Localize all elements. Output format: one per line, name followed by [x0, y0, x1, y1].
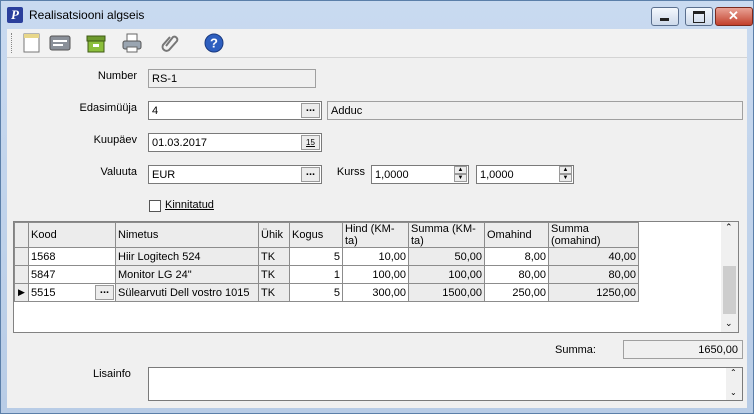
scrollbar-thumb[interactable]	[723, 266, 736, 314]
cell-cost[interactable]: 80,00	[484, 265, 549, 284]
cell-cost[interactable]: 250,00	[484, 283, 549, 302]
cell-sum[interactable]: 50,00	[408, 247, 485, 266]
minimize-button[interactable]	[651, 7, 679, 26]
scroll-down-icon[interactable]: ⌄	[730, 388, 737, 397]
cell-unit[interactable]: TK	[258, 247, 290, 266]
row-indicator[interactable]	[14, 265, 29, 284]
col-header-cost-sum[interactable]: Summa (omahind)	[548, 222, 639, 248]
code-lookup-button[interactable]: ...	[95, 285, 114, 300]
cell-cost-sum[interactable]: 40,00	[548, 247, 639, 266]
attachment-icon[interactable]	[159, 32, 181, 54]
archive-icon[interactable]	[85, 32, 107, 54]
items-grid: Kood Nimetus Ühik Kogus Hind (KM-ta) Sum…	[14, 222, 639, 302]
currency-lookup-button[interactable]: ...	[301, 167, 320, 182]
help-icon[interactable]: ?	[203, 32, 225, 54]
summary-label: Summa:	[555, 344, 596, 356]
reseller-code-field[interactable]: 4	[148, 101, 322, 120]
currency-field[interactable]: EUR	[148, 165, 322, 184]
close-icon: ✕	[728, 8, 739, 23]
indicator-header	[14, 222, 29, 248]
form-area: Number RS-1 Edasimüüja 4 ... Adduc Kuupä…	[7, 58, 747, 408]
minimize-icon	[660, 18, 669, 21]
current-row-icon[interactable]: ▶	[14, 283, 29, 302]
items-table: Kood Nimetus Ühik Kogus Hind (KM-ta) Sum…	[13, 221, 739, 333]
scroll-down-icon[interactable]: ⌄	[725, 318, 733, 329]
notes-scrollbar[interactable]: ⌃ ⌄	[726, 368, 742, 400]
col-header-code[interactable]: Kood	[28, 222, 116, 248]
col-header-cost[interactable]: Omahind	[484, 222, 549, 248]
spin-up-icon[interactable]: ▲	[454, 166, 467, 174]
notes-textarea[interactable]: ⌃ ⌄	[148, 367, 743, 401]
cell-sum[interactable]: 100,00	[408, 265, 485, 284]
reseller-name-field: Adduc	[327, 101, 743, 120]
cell-unit[interactable]: TK	[258, 265, 290, 284]
toolbar: ?	[7, 29, 747, 58]
cell-name[interactable]: Sülearvuti Dell vostro 1015	[115, 283, 259, 302]
card-icon[interactable]	[49, 32, 71, 54]
calendar-icon[interactable]: 15	[301, 135, 320, 150]
cell-price[interactable]: 100,00	[342, 265, 409, 284]
cell-code[interactable]: 1568	[28, 247, 116, 266]
col-header-price[interactable]: Hind (KM-ta)	[342, 222, 409, 248]
date-field[interactable]: 01.03.2017	[148, 133, 322, 152]
main-window: P Realisatsiooni algseis ✕ ? Number RS-1…	[0, 0, 754, 414]
spin-up-icon[interactable]: ▲	[559, 166, 572, 174]
cell-code[interactable]: 5515...	[28, 283, 116, 302]
cell-code-text: 5515	[31, 286, 56, 299]
cell-code[interactable]: 5847	[28, 265, 116, 284]
maximize-icon	[693, 11, 705, 23]
cell-cost[interactable]: 8,00	[484, 247, 549, 266]
col-header-quantity[interactable]: Kogus	[289, 222, 343, 248]
rate-1-spinner[interactable]: ▲ ▼	[454, 166, 467, 183]
svg-text:?: ?	[210, 36, 218, 51]
table-row[interactable]: 1568 Hiir Logitech 524 TK 5 10,00 50,00 …	[14, 247, 639, 266]
col-header-sum[interactable]: Summa (KM-ta)	[408, 222, 485, 248]
reseller-lookup-button[interactable]: ...	[301, 103, 320, 118]
close-button[interactable]: ✕	[715, 7, 753, 26]
print-icon[interactable]	[121, 32, 143, 54]
col-header-unit[interactable]: Ühik	[258, 222, 290, 248]
date-label: Kuupäev	[93, 134, 137, 146]
table-row[interactable]: ▶ 5515... Sülearvuti Dell vostro 1015 TK…	[14, 283, 639, 302]
cell-quantity[interactable]: 1	[289, 265, 343, 284]
cell-name[interactable]: Monitor LG 24"	[115, 265, 259, 284]
cell-name[interactable]: Hiir Logitech 524	[115, 247, 259, 266]
summary-value: 1650,00	[623, 340, 743, 359]
cell-sum[interactable]: 1500,00	[408, 283, 485, 302]
col-header-name[interactable]: Nimetus	[115, 222, 259, 248]
confirmed-checkbox[interactable]	[149, 200, 161, 212]
cell-quantity[interactable]: 5	[289, 283, 343, 302]
reseller-label: Edasimüüja	[79, 102, 137, 114]
number-label: Number	[97, 70, 137, 82]
maximize-button[interactable]	[685, 7, 713, 26]
rate-2-spinner[interactable]: ▲ ▼	[559, 166, 572, 183]
spin-down-icon[interactable]: ▼	[454, 174, 467, 182]
toolbar-grip	[11, 33, 15, 53]
cell-quantity[interactable]: 5	[289, 247, 343, 266]
cell-price[interactable]: 10,00	[342, 247, 409, 266]
row-indicator[interactable]	[14, 247, 29, 266]
new-document-icon[interactable]	[21, 32, 43, 54]
table-row[interactable]: 5847 Monitor LG 24" TK 1 100,00 100,00 8…	[14, 265, 639, 284]
window-title: Realisatsiooni algseis	[29, 8, 145, 22]
table-header-row: Kood Nimetus Ühik Kogus Hind (KM-ta) Sum…	[14, 222, 639, 248]
currency-label: Valuuta	[100, 166, 138, 178]
spin-down-icon[interactable]: ▼	[559, 174, 572, 182]
scroll-up-icon[interactable]: ⌃	[725, 222, 733, 233]
rate-label: Kurss	[336, 166, 365, 178]
cell-cost-sum[interactable]: 80,00	[548, 265, 639, 284]
number-field[interactable]: RS-1	[148, 69, 316, 88]
app-icon: P	[7, 7, 23, 23]
scroll-up-icon[interactable]: ⌃	[730, 368, 737, 377]
cell-cost-sum[interactable]: 1250,00	[548, 283, 639, 302]
table-vertical-scrollbar[interactable]: ⌃ ⌄	[721, 222, 738, 332]
cell-price[interactable]: 300,00	[342, 283, 409, 302]
cell-unit[interactable]: TK	[258, 283, 290, 302]
notes-label: Lisainfo	[93, 368, 131, 380]
title-bar[interactable]: P Realisatsiooni algseis ✕	[1, 1, 753, 29]
confirmed-label: Kinnitatud	[165, 199, 214, 211]
